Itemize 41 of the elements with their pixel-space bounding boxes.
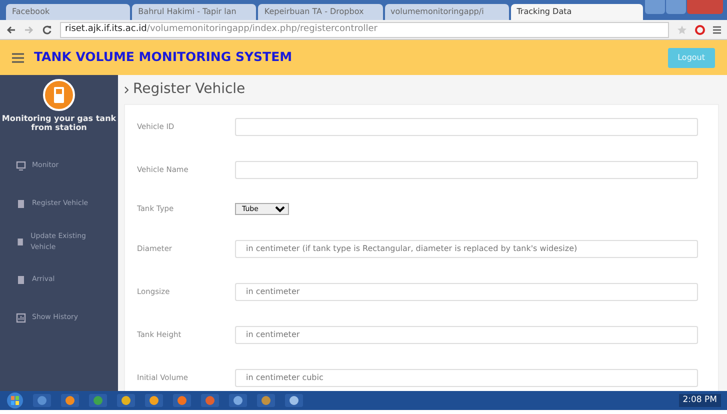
taskbar-app-icon[interactable] bbox=[284, 393, 304, 408]
browser-tab[interactable]: Kepeirbuan TA - Dropbox bbox=[258, 4, 383, 20]
clock: 2:08 PM bbox=[678, 394, 721, 407]
start-button[interactable] bbox=[6, 392, 24, 409]
taskbar-app-icon[interactable] bbox=[172, 393, 192, 408]
chart-icon bbox=[16, 312, 26, 323]
app-title: TANK VOLUME MONITORING SYSTEM bbox=[34, 48, 292, 66]
window-controls[interactable] bbox=[645, 0, 723, 14]
taskbar-app-icon[interactable] bbox=[256, 393, 276, 408]
taskbar-app-icon[interactable] bbox=[32, 393, 52, 408]
forward-icon[interactable] bbox=[24, 24, 34, 34]
tagline: Monitoring your gas tank from station bbox=[0, 115, 118, 133]
menu-icon[interactable] bbox=[12, 52, 24, 62]
browser-tab[interactable]: Tracking Data bbox=[510, 4, 643, 20]
input-field[interactable] bbox=[235, 118, 698, 136]
input-field[interactable]: in centimeter bbox=[235, 326, 698, 344]
back-icon[interactable] bbox=[6, 24, 16, 34]
taskbar-app-icon[interactable] bbox=[116, 393, 136, 408]
browser-tab[interactable]: Bahrul Hakimi - Tapir lan bbox=[132, 4, 256, 20]
taskbar-app-icon[interactable] bbox=[88, 393, 108, 408]
address-bar[interactable]: riset.ajk.if.its.ac.id/volumemonitoringapp/index.php/registercontroller bbox=[60, 22, 669, 38]
reload-icon[interactable] bbox=[42, 24, 52, 34]
input-field[interactable] bbox=[235, 160, 698, 178]
menu-icon[interactable] bbox=[713, 24, 721, 34]
star-icon[interactable] bbox=[677, 24, 687, 34]
fuel-pump-icon bbox=[43, 79, 75, 111]
taskbar-app-icon[interactable] bbox=[144, 393, 164, 408]
taskbar-app-icon[interactable] bbox=[228, 393, 248, 408]
document-icon bbox=[16, 236, 25, 247]
monitor-icon bbox=[16, 160, 26, 171]
page-title: Register Vehicle bbox=[133, 80, 246, 99]
taskbar-app-icon[interactable] bbox=[60, 393, 80, 408]
input-field[interactable]: in centimeter bbox=[235, 282, 698, 300]
input-field[interactable]: in centimeter (if tank type is Rectangular, diameter is replaced by tank's widesize) bbox=[235, 240, 698, 258]
browser-tab[interactable]: volumemonitoringapp/i bbox=[384, 4, 509, 20]
chevron-icon bbox=[124, 86, 129, 94]
input-field[interactable]: in centimeter cubic bbox=[235, 368, 698, 386]
taskbar-app-icon[interactable] bbox=[200, 393, 220, 408]
document-icon bbox=[16, 274, 26, 285]
browser-tab[interactable]: Facebook bbox=[6, 4, 130, 20]
document-icon bbox=[16, 198, 26, 209]
